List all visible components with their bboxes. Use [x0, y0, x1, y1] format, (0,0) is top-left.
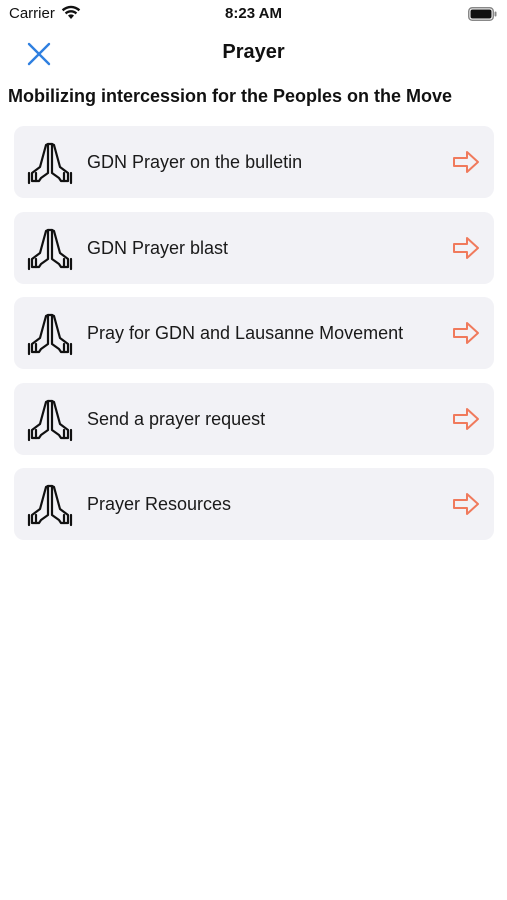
menu-item-prayer-resources[interactable]: Prayer Resources	[14, 468, 494, 540]
menu-item-prayer-blast[interactable]: GDN Prayer blast	[14, 211, 494, 284]
menu-item-label: GDN Prayer on the bulletin	[87, 152, 303, 172]
status-bar: Carrier 8:23 AM	[0, 0, 507, 28]
page-title: Prayer	[222, 41, 285, 63]
praying-hands-icon	[27, 484, 73, 527]
menu-item-send-prayer-request[interactable]: Send a prayer request	[14, 382, 494, 455]
arrow-right-icon	[453, 151, 479, 173]
arrow-right-icon	[453, 493, 479, 515]
menu-item-label: Pray for GDN and Lausanne Movement	[87, 323, 404, 343]
arrow-right-icon	[453, 236, 479, 259]
arrow-right-icon	[453, 407, 479, 430]
prayer-menu-list: GDN Prayer on the bulletin GDN Prayer bl…	[14, 126, 494, 554]
praying-hands-icon	[27, 228, 73, 270]
status-time: 8:23 AM	[225, 5, 282, 22]
menu-item-label: Prayer Resources	[87, 494, 232, 514]
battery-icon	[468, 7, 497, 21]
praying-hands-icon	[27, 313, 73, 356]
praying-hands-icon	[27, 142, 73, 185]
menu-item-prayer-bulletin[interactable]: GDN Prayer on the bulletin	[14, 126, 494, 198]
praying-hands-icon	[27, 399, 73, 441]
arrow-right-icon	[453, 322, 479, 344]
menu-item-label: GDN Prayer blast	[87, 237, 229, 258]
page-subtitle: Mobilizing intercession for the Peoples …	[8, 86, 453, 106]
menu-item-label: Send a prayer request	[87, 408, 266, 429]
navigation-bar: Prayer	[0, 28, 507, 78]
menu-item-pray-gdn-lausanne[interactable]: Pray for GDN and Lausanne Movement	[14, 297, 494, 369]
